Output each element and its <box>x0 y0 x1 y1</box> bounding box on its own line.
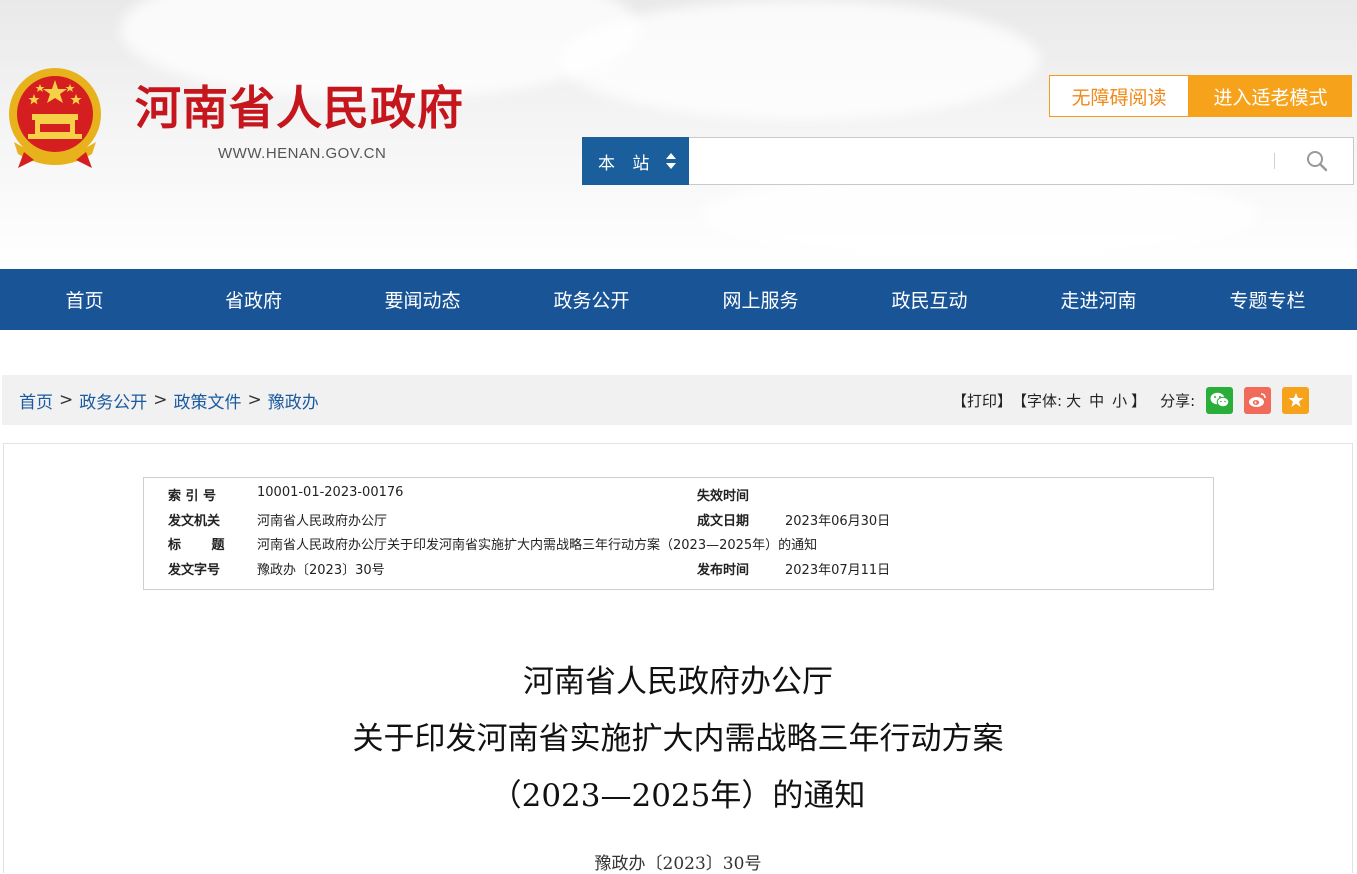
metadata-row: 索 引 号 10001-01-2023-00176 失效时间 <box>144 485 1213 509</box>
index-no-value: 10001-01-2023-00176 <box>257 485 404 500</box>
breadcrumb-separator: > <box>59 390 74 410</box>
national-emblem-icon[interactable] <box>4 64 106 172</box>
document-title-line-3: （2023—2025年）的通知 <box>490 778 866 814</box>
search-icon[interactable] <box>1306 150 1328 172</box>
site-title[interactable]: 河南省人民政府 <box>135 80 464 136</box>
font-size-large[interactable]: 大 <box>1066 390 1081 411</box>
wechat-icon[interactable] <box>1206 386 1234 414</box>
breadcrumb: 首页 > 政务公开 > 政策文件 > 豫政办 <box>19 375 319 425</box>
document-title-line-1: 河南省人民政府办公厅 <box>523 664 833 700</box>
breadcrumb-bar: 首页 > 政务公开 > 政策文件 > 豫政办 【打印】 【字体: 大 中 小 】… <box>2 375 1352 425</box>
search-scope-select[interactable]: 本 站 <box>582 137 689 185</box>
published-date-value: 2023年07月11日 <box>785 563 891 578</box>
article-panel: 索 引 号 10001-01-2023-00176 失效时间 发文机关 河南省人… <box>3 443 1353 874</box>
nav-item-public-interaction[interactable]: 政民互动 <box>845 269 1014 330</box>
issuer-value: 河南省人民政府办公厅 <box>257 514 388 529</box>
search-divider <box>1274 153 1275 169</box>
nav-item-online-services[interactable]: 网上服务 <box>676 269 845 330</box>
page-tools: 【打印】 【字体: 大 中 小 】 分享: <box>952 375 1310 425</box>
elder-mode-button[interactable]: 进入适老模式 <box>1189 75 1352 117</box>
font-size-small[interactable]: 小 <box>1112 390 1127 411</box>
expiry-label: 失效时间 <box>697 489 750 504</box>
nav-item-about-henan[interactable]: 走进河南 <box>1014 269 1183 330</box>
metadata-row: 标 题 河南省人民政府办公厅关于印发河南省实施扩大内需战略三年行动方案（2023… <box>144 534 1213 558</box>
created-date-label: 成文日期 <box>697 514 750 529</box>
font-size-close: 】 <box>1131 391 1147 410</box>
index-no-label: 索 引 号 <box>168 489 217 504</box>
breadcrumb-separator: > <box>247 390 262 410</box>
search-input[interactable] <box>693 144 1257 180</box>
document-title-line-2: 关于印发河南省实施扩大内需战略三年行动方案 <box>352 721 1004 757</box>
created-date-value: 2023年06月30日 <box>785 514 891 529</box>
title-value: 河南省人民政府办公厅关于印发河南省实施扩大内需战略三年行动方案（2023—202… <box>257 538 818 553</box>
header-cloud-decoration <box>560 0 1040 120</box>
main-nav: 首页 省政府 要闻动态 政务公开 网上服务 政民互动 走进河南 专题专栏 <box>0 269 1357 330</box>
search-bar: 本 站 <box>582 137 1354 185</box>
metadata-row: 发文字号 豫政办〔2023〕30号 发布时间 2023年07月11日 <box>144 559 1213 583</box>
font-size-label: 【字体: <box>1012 391 1063 410</box>
breadcrumb-separator: > <box>153 390 168 410</box>
breadcrumb-link-policy-documents[interactable]: 政策文件 <box>174 388 242 413</box>
breadcrumb-link-home[interactable]: 首页 <box>19 388 53 413</box>
site-url: WWW.HENAN.GOV.CN <box>218 145 387 162</box>
metadata-row: 发文机关 河南省人民政府办公厅 成文日期 2023年06月30日 <box>144 510 1213 534</box>
nav-item-government-affairs[interactable]: 政务公开 <box>507 269 676 330</box>
issuer-label: 发文机关 <box>168 514 221 529</box>
print-link[interactable]: 【打印】 <box>952 390 1012 411</box>
accessibility-button[interactable]: 无障碍阅读 <box>1049 75 1189 117</box>
favorite-icon[interactable] <box>1282 386 1310 414</box>
nav-item-news[interactable]: 要闻动态 <box>338 269 507 330</box>
search-scope-label: 本 站 <box>598 153 656 174</box>
weibo-icon[interactable] <box>1244 386 1272 414</box>
document-number: 豫政办〔2023〕30号 <box>594 854 762 874</box>
sort-arrows-icon <box>666 153 676 169</box>
nav-item-provincial-government[interactable]: 省政府 <box>169 269 338 330</box>
breadcrumb-link-yuzhengban[interactable]: 豫政办 <box>268 388 319 413</box>
site-header: 河南省人民政府 WWW.HENAN.GOV.CN 无障碍阅读 进入适老模式 本 … <box>0 0 1357 269</box>
nav-item-special-topics[interactable]: 专题专栏 <box>1183 269 1352 330</box>
nav-item-home[interactable]: 首页 <box>0 269 169 330</box>
title-label: 标 题 <box>168 538 225 553</box>
doc-no-label: 发文字号 <box>168 563 221 578</box>
document-metadata-table: 索 引 号 10001-01-2023-00176 失效时间 发文机关 河南省人… <box>143 477 1214 590</box>
doc-no-value: 豫政办〔2023〕30号 <box>257 563 385 578</box>
share-label: 分享: <box>1160 391 1196 410</box>
font-size-medium[interactable]: 中 <box>1089 390 1104 411</box>
published-date-label: 发布时间 <box>697 563 750 578</box>
breadcrumb-link-government-affairs[interactable]: 政务公开 <box>79 388 147 413</box>
